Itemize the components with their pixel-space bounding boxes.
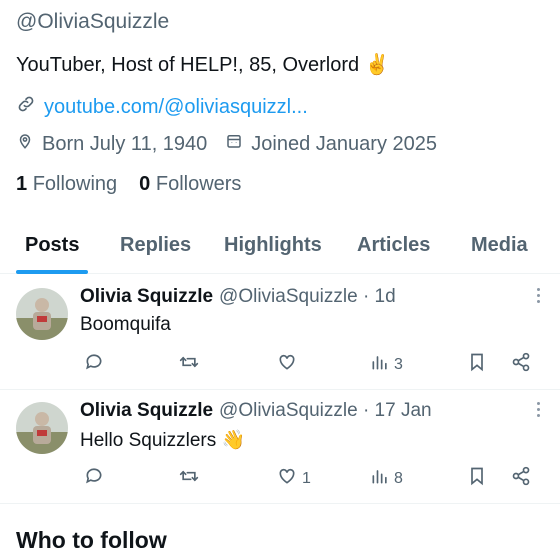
post-item[interactable]: Olivia Squizzle @OliviaSquizzle · 1d Boo… bbox=[0, 276, 560, 390]
avatar[interactable] bbox=[16, 402, 68, 454]
followers-label: Followers bbox=[155, 173, 242, 195]
followers-count: 0 bbox=[139, 173, 151, 195]
born-item: Born July 11, 1940 bbox=[16, 131, 207, 157]
more-icon[interactable] bbox=[536, 288, 542, 306]
post-handle-time: @OliviaSquizzle · 1d bbox=[219, 286, 396, 307]
more-icon[interactable] bbox=[536, 402, 542, 420]
location-icon bbox=[16, 131, 34, 157]
tab-highlights[interactable]: Highlights bbox=[224, 234, 322, 257]
share-icon bbox=[511, 466, 531, 491]
views-button[interactable]: 8 bbox=[370, 466, 403, 491]
like-button[interactable] bbox=[276, 352, 302, 377]
views-count: 3 bbox=[394, 355, 403, 373]
post-header: Olivia Squizzle @OliviaSquizzle · 17 Jan bbox=[80, 400, 432, 422]
post-handle-time: @OliviaSquizzle · 17 Jan bbox=[219, 400, 432, 421]
post-header: Olivia Squizzle @OliviaSquizzle · 1d bbox=[80, 286, 396, 308]
post-author-name[interactable]: Olivia Squizzle bbox=[80, 286, 213, 308]
profile-handle: @OliviaSquizzle bbox=[16, 10, 170, 33]
reply-icon bbox=[84, 352, 104, 377]
avatar[interactable] bbox=[16, 288, 68, 340]
link-icon bbox=[16, 94, 36, 120]
views-button[interactable]: 3 bbox=[370, 352, 403, 377]
profile-tabs: Posts Replies Highlights Articles Media bbox=[0, 218, 560, 274]
retweet-button[interactable] bbox=[178, 352, 200, 377]
views-icon bbox=[370, 352, 390, 377]
like-icon bbox=[276, 352, 298, 377]
active-tab-indicator bbox=[16, 270, 88, 274]
joined-text: Joined January 2025 bbox=[251, 132, 437, 155]
reply-button[interactable] bbox=[84, 466, 104, 491]
reply-icon bbox=[84, 466, 104, 491]
reply-button[interactable] bbox=[84, 352, 104, 377]
like-button[interactable]: 1 bbox=[276, 466, 311, 491]
tab-replies[interactable]: Replies bbox=[120, 234, 191, 257]
who-to-follow-heading: Who to follow bbox=[16, 527, 167, 553]
like-count: 1 bbox=[302, 469, 311, 487]
calendar-icon bbox=[225, 131, 243, 157]
views-icon bbox=[370, 466, 390, 491]
share-icon bbox=[511, 352, 531, 377]
post-text: Boomquifa bbox=[80, 314, 171, 335]
views-count: 8 bbox=[394, 469, 403, 487]
following-link[interactable]: 1 Following bbox=[16, 173, 117, 196]
share-button[interactable] bbox=[511, 352, 531, 377]
following-count: 1 bbox=[16, 173, 28, 195]
tab-posts[interactable]: Posts bbox=[25, 234, 79, 257]
bookmark-icon bbox=[467, 352, 487, 377]
tab-media[interactable]: Media bbox=[471, 234, 528, 257]
joined-item: Joined January 2025 bbox=[225, 131, 437, 157]
retweet-icon bbox=[178, 466, 200, 491]
share-button[interactable] bbox=[511, 466, 531, 491]
bookmark-button[interactable] bbox=[467, 466, 487, 491]
born-text: Born July 11, 1940 bbox=[42, 132, 208, 155]
retweet-button[interactable] bbox=[178, 466, 200, 491]
post-text: Hello Squizzlers 👋 bbox=[80, 430, 246, 451]
retweet-icon bbox=[178, 352, 200, 377]
follow-stats: 1 Following 0 Followers bbox=[16, 173, 263, 196]
post-author-name[interactable]: Olivia Squizzle bbox=[80, 400, 213, 422]
bookmark-button[interactable] bbox=[467, 352, 487, 377]
like-icon bbox=[276, 466, 298, 491]
profile-bio: YouTuber, Host of HELP!, 85, Overlord ✌️ bbox=[16, 54, 390, 76]
profile-link[interactable]: youtube.com/@oliviasquizzl... bbox=[44, 96, 308, 119]
tab-articles[interactable]: Articles bbox=[357, 234, 430, 257]
profile-meta: Born July 11, 1940 Joined January 2025 bbox=[16, 131, 455, 157]
following-label: Following bbox=[32, 173, 118, 195]
bookmark-icon bbox=[467, 466, 487, 491]
followers-link[interactable]: 0 Followers bbox=[139, 173, 241, 196]
post-item[interactable]: Olivia Squizzle @OliviaSquizzle · 17 Jan… bbox=[0, 390, 560, 504]
profile-link-row: youtube.com/@oliviasquizzl... bbox=[16, 94, 308, 120]
